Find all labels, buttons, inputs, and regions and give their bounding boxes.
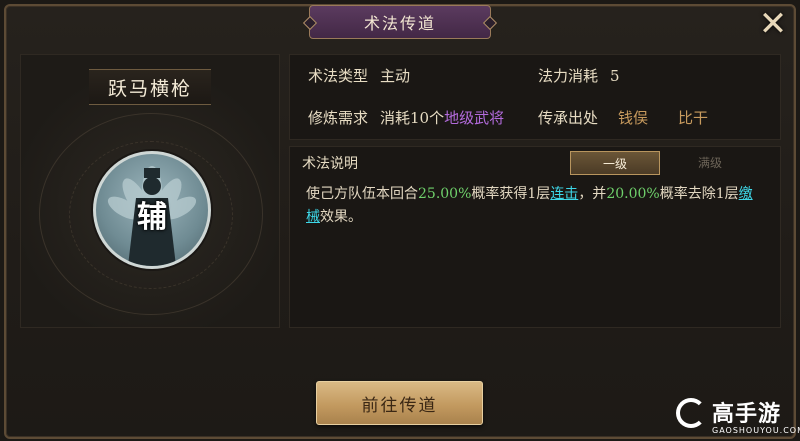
- level-tabs: 一级 满级: [570, 151, 754, 175]
- skill-portrait-panel: 跃马横枪 辅: [20, 54, 280, 328]
- desc-segment: 使己方队伍本回合: [306, 186, 418, 202]
- role-badge: 辅: [137, 200, 167, 235]
- source-link[interactable]: 比干: [678, 107, 708, 128]
- desc-segment: 概率去除1层: [659, 186, 739, 202]
- desc-segment: 效果。: [320, 209, 362, 225]
- skill-type-value: 主动: [380, 67, 411, 85]
- skill-info-box: 术法类型 主动 法力消耗 5 修炼需求 消耗10个地级武将 传承出处 钱俣 比干: [289, 54, 781, 140]
- watermark-brand: 高手游: [712, 402, 782, 427]
- tab-level-1[interactable]: 一级: [570, 151, 660, 175]
- desc-segment: 概率获得1层: [471, 186, 551, 202]
- dialog-title-text: 术法传道: [363, 14, 436, 33]
- requirement-value: 消耗10个地级武将: [380, 107, 504, 128]
- watermark: 高手游 GAOSHOUYOU.COM: [676, 396, 800, 441]
- mana-cost-label: 法力消耗: [538, 67, 599, 85]
- description-text: 使己方队伍本回合25.00%概率获得1层连击，并20.00%概率去除1层缴械效果…: [306, 183, 766, 229]
- requirement-row: 修炼需求 消耗10个地级武将: [308, 107, 504, 128]
- description-title: 术法说明: [302, 156, 358, 172]
- source-link[interactable]: 钱俣: [618, 107, 648, 128]
- skill-type-row: 术法类型 主动: [308, 65, 410, 86]
- brand-logo-icon: [676, 398, 706, 428]
- go-teach-button[interactable]: 前往传道: [316, 381, 483, 425]
- skill-avatar: 辅: [93, 151, 211, 269]
- keyword-link-combo[interactable]: 连击: [550, 186, 578, 202]
- requirement-label: 修炼需求: [308, 109, 369, 127]
- skill-description-box: 术法说明 一级 满级 使己方队伍本回合25.00%概率获得1层连击，并20.00…: [289, 146, 781, 328]
- mana-cost-row: 法力消耗 5: [538, 65, 620, 86]
- go-teach-label: 前往传道: [361, 395, 438, 416]
- close-icon: ✕: [758, 4, 788, 44]
- skill-name: 跃马横枪: [107, 77, 192, 100]
- skill-details-panel: 术法类型 主动 法力消耗 5 修炼需求 消耗10个地级武将 传承出处 钱俣 比干…: [289, 54, 781, 328]
- dialog-title: 术法传道: [309, 5, 491, 39]
- requirement-item: 地级武将: [444, 109, 505, 127]
- tab-max-level[interactable]: 满级: [666, 151, 754, 173]
- watermark-url: GAOSHOUYOU.COM: [712, 426, 800, 435]
- mana-cost-value: 5: [610, 66, 620, 85]
- skill-type-label: 术法类型: [308, 67, 369, 85]
- desc-percent: 25.00%: [418, 186, 472, 202]
- source-row: 传承出处 钱俣 比干: [538, 107, 708, 128]
- desc-segment: ，并: [578, 186, 607, 202]
- close-button[interactable]: ✕: [756, 7, 790, 41]
- source-label: 传承出处: [538, 109, 599, 127]
- desc-percent: 20.00%: [606, 186, 660, 202]
- requirement-prefix: 消耗10个: [380, 109, 445, 127]
- skill-name-plate: 跃马横枪: [89, 69, 211, 105]
